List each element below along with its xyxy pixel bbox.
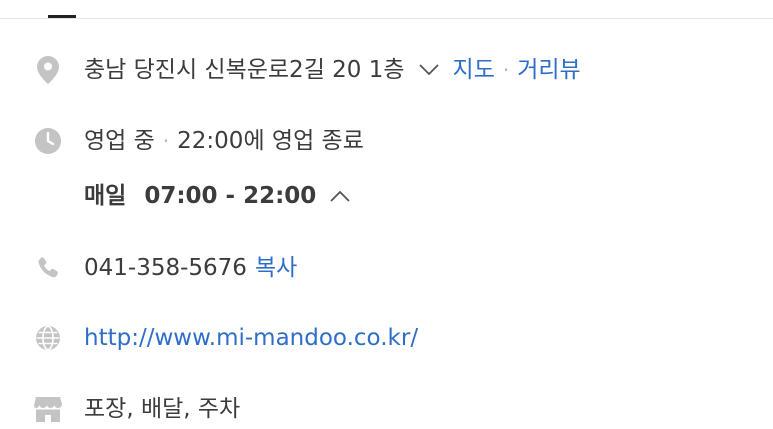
address-text: 충남 당진시 신복운로2길 20 1층 <box>84 57 405 83</box>
chevron-up-icon[interactable] <box>330 190 350 202</box>
globe-icon <box>34 324 62 352</box>
copy-phone-button[interactable]: 복사 <box>255 248 297 288</box>
phone-number: 041-358-5676 <box>84 255 247 281</box>
phone-icon <box>34 254 62 282</box>
hours-day: 매일 <box>84 183 127 209</box>
closing-time-text: 22:00에 영업 종료 <box>177 128 364 154</box>
top-divider <box>0 18 773 19</box>
location-pin-icon <box>34 56 62 84</box>
hours-separator: · <box>162 129 170 153</box>
clock-icon <box>34 127 62 155</box>
chevron-down-icon[interactable] <box>418 64 439 76</box>
roadview-link[interactable]: 거리뷰 <box>517 50 580 90</box>
amenities-text: 포장, 배달, 주차 <box>84 396 241 422</box>
map-link[interactable]: 지도 <box>453 50 495 90</box>
open-status: 영업 중 <box>84 128 155 154</box>
website-link[interactable]: http://www.mi-mandoo.co.kr/ <box>84 318 418 358</box>
address-separator: · <box>502 58 510 82</box>
store-icon <box>34 395 62 423</box>
hours-time: 07:00 - 22:00 <box>144 183 317 209</box>
